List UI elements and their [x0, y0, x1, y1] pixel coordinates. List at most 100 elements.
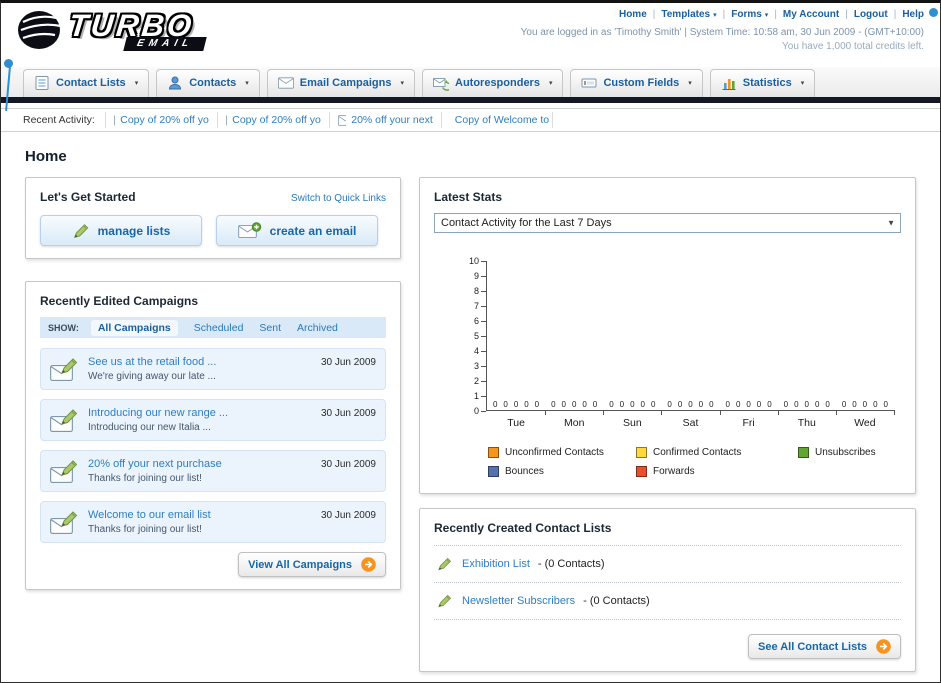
chart-group-tue: 0 0 0 0 0 Tue	[487, 261, 547, 429]
manage-lists-button[interactable]: manage lists	[40, 215, 202, 246]
recent-activity-bar: Recent Activity: Copy of 20% off yo Copy…	[1, 108, 940, 132]
x-label-tue: Tue	[507, 417, 525, 429]
nav-tab-autoresponders[interactable]: Autoresponders ▾	[422, 69, 564, 97]
see-all-contact-lists-button[interactable]: See All Contact Lists	[747, 634, 901, 659]
logo[interactable]: TURBO EMAIL	[17, 8, 207, 51]
bar-values-mon: 00000	[551, 400, 598, 409]
campaign-date: 30 Jun 2009	[320, 510, 376, 521]
statistics-icon	[721, 78, 736, 90]
x-label-mon: Mon	[563, 417, 585, 429]
chevron-down-icon: ▾	[245, 80, 249, 87]
chart-group-sun: 0 0 0 0 0 Sun	[603, 261, 663, 429]
top-link-templates[interactable]: Templates ▾	[647, 9, 716, 20]
nav-divider-bar	[1, 97, 940, 103]
bars-sat	[661, 261, 719, 410]
tab-archived[interactable]: Archived	[297, 322, 338, 334]
contact-list-item[interactable]: Newsletter Subscribers - (0 Contacts)	[434, 583, 901, 620]
legend-swatch	[488, 447, 499, 458]
y-tick-10: 10	[463, 256, 486, 266]
nav-tab-custom-fields[interactable]: Custom Fields ▾	[570, 69, 703, 97]
legend-item: Forwards	[636, 466, 798, 477]
switch-quick-links-link[interactable]: Switch to Quick Links	[291, 193, 386, 204]
nav-tab-contact-lists[interactable]: Contact Lists ▾	[23, 69, 150, 97]
recent-activity-item[interactable]: 20% off your next	[328, 112, 441, 128]
recent-activity-item[interactable]: Copy of 20% off yo	[216, 112, 329, 128]
campaign-title[interactable]: Introducing our new range ...	[88, 407, 313, 419]
tab-all-campaigns[interactable]: All Campaigns	[90, 319, 178, 336]
campaign-item[interactable]: Welcome to our email list Thanks for joi…	[40, 501, 386, 543]
email-campaigns-icon	[277, 77, 294, 89]
bar-values-sat: 00000	[667, 400, 714, 409]
chart-groups: 0 0 0 0 0 Tue 0 0 0 0 0 Mon 0 0 0 0 0 Sun 0 0 0 0 0 Sat 0 0 0 0 0 Fri…	[487, 261, 896, 429]
app-window: TURBO EMAIL Home ▾ Templates ▾	[0, 0, 941, 683]
chart-y-axis: 0 1 2 3 4 5 6 7 8 9 10	[460, 256, 486, 416]
envelope-icon	[225, 114, 228, 126]
autoresponders-icon	[433, 77, 449, 91]
x-label-thu: Thu	[797, 417, 816, 429]
contact-list-name[interactable]: Exhibition List	[462, 558, 530, 570]
envelope-pencil-icon	[50, 409, 77, 432]
campaign-item[interactable]: Introducing our new range ... Introducin…	[40, 399, 386, 441]
campaign-title[interactable]: See us at the retail food ...	[88, 356, 313, 368]
nav-tab-contacts[interactable]: Contacts ▾	[156, 69, 260, 97]
contact-list-name[interactable]: Newsletter Subscribers	[462, 595, 575, 607]
chart-group-wed: 0 0 0 0 0 Wed	[836, 261, 896, 429]
y-tick-2: 2	[463, 376, 486, 386]
latest-stats-panel: Latest Stats Contact Activity for the La…	[419, 177, 916, 494]
stats-period-select[interactable]: Contact Activity for the Last 7 Days ▼	[434, 213, 901, 233]
legend-swatch	[636, 447, 647, 458]
top-link-forms[interactable]: Forms ▾	[717, 9, 768, 20]
chevron-down-icon: ▾	[800, 80, 805, 87]
bars-wed	[836, 261, 894, 410]
bars-fri	[720, 261, 778, 410]
top-link-my-account[interactable]: My Account ▾	[768, 9, 839, 20]
bar-values-sun: 00000	[609, 400, 656, 409]
y-tick-7: 7	[463, 301, 486, 311]
campaign-title[interactable]: Welcome to our email list	[88, 509, 313, 521]
header-right: Home ▾ Templates ▾ Forms ▾ My Accou	[521, 9, 924, 52]
envelope-pencil-icon	[50, 511, 77, 534]
contact-list-count: - (0 Contacts)	[583, 595, 650, 607]
y-tick-6: 6	[463, 316, 486, 326]
top-link-help[interactable]: Help ▾	[888, 9, 924, 20]
legend-item: Confirmed Contacts	[636, 447, 798, 458]
recent-activity-label: Recent Activity:	[23, 114, 95, 126]
show-label: SHOW:	[48, 322, 79, 333]
top-link-logout[interactable]: Logout ▾	[839, 9, 888, 20]
envelope-pencil-icon	[50, 358, 77, 381]
arrow-right-icon	[361, 557, 376, 572]
recent-activity-item[interactable]: Copy of 20% off yo	[104, 112, 217, 128]
main-nav: Contact Lists ▾ Contacts ▾ Email Campaig…	[1, 67, 940, 97]
tab-sent[interactable]: Sent	[259, 322, 281, 334]
top-link-home[interactable]: Home ▾	[619, 9, 647, 20]
chart-group-mon: 0 0 0 0 0 Mon	[545, 261, 605, 429]
chevron-down-icon: ▾	[688, 80, 692, 87]
recent-contact-lists-panel: Recently Created Contact Lists Exhibitio…	[419, 508, 916, 672]
campaign-item[interactable]: See us at the retail food ... We're givi…	[40, 348, 386, 390]
y-tick-1: 1	[463, 391, 486, 401]
tab-scheduled[interactable]: Scheduled	[194, 322, 244, 334]
campaign-item[interactable]: 20% off your next purchase Thanks for jo…	[40, 450, 386, 492]
legend-item: Unconfirmed Contacts	[488, 447, 636, 458]
logo-subtitle: EMAIL	[123, 37, 207, 51]
y-tick-3: 3	[463, 361, 486, 371]
campaign-title[interactable]: 20% off your next purchase	[88, 458, 313, 470]
recent-activity-item[interactable]: Copy of Welcome to	[440, 112, 553, 128]
legend-swatch	[488, 466, 499, 477]
contact-list-item[interactable]: Exhibition List - (0 Contacts)	[434, 546, 901, 583]
envelope-pencil-icon	[50, 460, 77, 483]
credits-info: You have 1,000 total credits left.	[782, 41, 924, 52]
legend-item: Unsubscribes	[798, 447, 901, 458]
chart-plot-area: 0 0 0 0 0 Tue 0 0 0 0 0 Mon 0 0 0 0 0 Sun 0 0 0 0 0 Sat 0 0 0 0 0 Fri…	[486, 261, 896, 429]
nav-tab-statistics[interactable]: Statistics ▾	[709, 69, 816, 97]
bars-sun	[603, 261, 661, 410]
recent-activity-items: Copy of 20% off yo Copy of 20% off yo 20…	[104, 109, 553, 131]
view-all-campaigns-button[interactable]: View All Campaigns	[238, 552, 386, 577]
nav-tab-email-campaigns[interactable]: Email Campaigns ▾	[266, 69, 415, 97]
create-email-button[interactable]: create an email	[216, 215, 378, 246]
bar-values-thu: 00000	[783, 400, 830, 409]
pencil-icon	[438, 557, 451, 571]
header: TURBO EMAIL Home ▾ Templates ▾	[1, 3, 940, 67]
top-nav: Home ▾ Templates ▾ Forms ▾ My Accou	[521, 9, 924, 20]
contact-lists-icon	[35, 76, 49, 90]
